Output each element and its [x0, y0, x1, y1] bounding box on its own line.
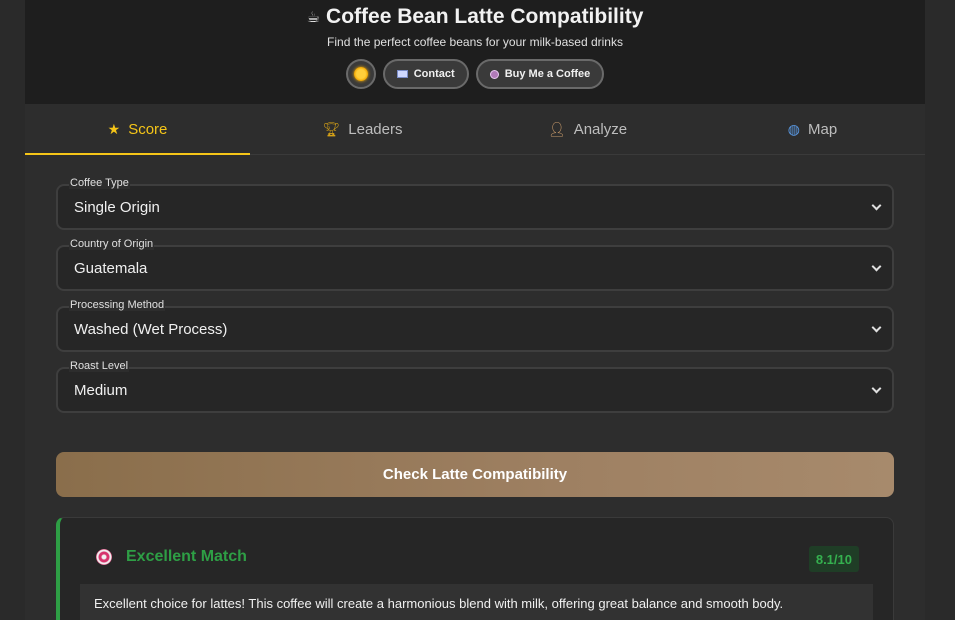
buy-me-a-coffee-button[interactable]: Buy Me a Coffee — [475, 59, 605, 89]
roast-select[interactable]: Medium — [56, 367, 894, 413]
tab-map-label: Map — [808, 120, 838, 138]
coffee-type-field: Single Origin Coffee Type — [56, 177, 894, 230]
main-panel: ★ Score 🏆︎ Leaders 👤︎ Analyze ◍ Map Sing… — [25, 104, 925, 620]
score-badge: 8.1/10 — [808, 546, 859, 572]
coffee-cup-icon: ☕ — [306, 9, 321, 26]
roast-value: Medium — [74, 381, 128, 399]
person-laptop-icon: 👤︎ — [547, 120, 566, 137]
tab-analyze-label: Analyze — [573, 120, 628, 138]
envelope-icon — [396, 70, 408, 78]
header-actions: Contact Buy Me a Coffee — [25, 59, 925, 89]
sun-icon — [353, 67, 368, 81]
theme-toggle-button[interactable] — [345, 59, 376, 89]
trophy-icon: 🏆︎ — [322, 120, 341, 137]
chevron-down-icon — [871, 383, 882, 394]
tab-map[interactable]: ◍ Map — [700, 104, 925, 154]
processing-field: Washed (Wet Process) Processing Method — [56, 299, 894, 352]
tab-score-label: Score — [128, 120, 168, 138]
processing-select[interactable]: Washed (Wet Process) — [56, 306, 894, 352]
contact-label: Contact — [413, 68, 455, 80]
target-icon — [96, 549, 112, 565]
processing-label: Processing Method — [69, 299, 166, 311]
roast-field: Medium Roast Level — [56, 360, 894, 413]
tab-leaders-label: Leaders — [348, 120, 403, 138]
coffee-type-label: Coffee Type — [69, 177, 130, 189]
contact-button[interactable]: Contact — [382, 59, 469, 89]
result-description: Excellent choice for lattes! This coffee… — [80, 584, 873, 620]
result-header: Excellent Match — [96, 548, 247, 566]
app-header: ☕ Coffee Bean Latte Compatibility Find t… — [25, 0, 925, 104]
chevron-down-icon — [871, 322, 882, 333]
star-icon: ★ — [107, 120, 121, 137]
country-field: Guatemala Country of Origin — [56, 238, 894, 291]
tab-analyze[interactable]: 👤︎ Analyze — [475, 104, 700, 154]
country-label: Country of Origin — [69, 238, 155, 250]
check-compatibility-button[interactable]: Check Latte Compatibility — [56, 452, 894, 497]
match-title: Excellent Match — [126, 548, 247, 565]
page-subtitle: Find the perfect coffee beans for your m… — [327, 35, 623, 49]
buy-coffee-label: Buy Me a Coffee — [504, 68, 591, 80]
page-title: ☕ Coffee Bean Latte Compatibility — [25, 5, 925, 29]
country-value: Guatemala — [74, 259, 148, 277]
coffee-mug-icon — [489, 69, 499, 79]
page-title-text: Coffee Bean Latte Compatibility — [326, 5, 644, 28]
globe-icon: ◍ — [787, 120, 801, 137]
chevron-down-icon — [871, 200, 882, 211]
processing-value: Washed (Wet Process) — [74, 320, 228, 338]
roast-label: Roast Level — [69, 360, 130, 372]
page-margin-right — [925, 0, 955, 620]
coffee-type-value: Single Origin — [74, 198, 160, 216]
result-card: Excellent Match 8.1/10 Excellent choice … — [56, 517, 894, 620]
tab-score[interactable]: ★ Score — [25, 104, 250, 155]
country-select[interactable]: Guatemala — [56, 245, 894, 291]
tab-bar: ★ Score 🏆︎ Leaders 👤︎ Analyze ◍ Map — [25, 104, 925, 155]
coffee-type-select[interactable]: Single Origin — [56, 184, 894, 230]
compatibility-form: Single Origin Coffee Type Guatemala Coun… — [56, 177, 894, 428]
tab-leaders[interactable]: 🏆︎ Leaders — [250, 104, 475, 154]
page-margin-left — [0, 0, 25, 620]
chevron-down-icon — [871, 261, 882, 272]
